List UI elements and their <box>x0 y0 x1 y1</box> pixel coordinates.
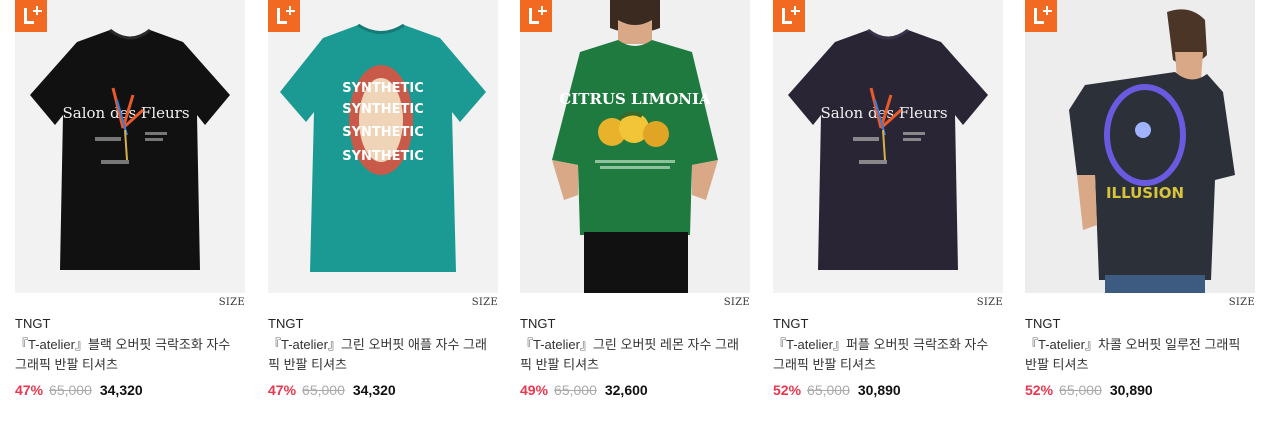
original-price: 65,000 <box>302 382 345 398</box>
svg-text:CITRUS LIMONIA: CITRUS LIMONIA <box>559 90 711 108</box>
svg-text:ILLUSION: ILLUSION <box>1106 184 1184 202</box>
product-image[interactable]: SYNTHETIC SYNTHETIC SYNTHETIC SYNTHETIC <box>268 0 498 293</box>
price-row: 49% 65,000 32,600 <box>520 382 648 398</box>
svg-text:SYNTHETIC: SYNTHETIC <box>342 81 424 96</box>
sale-price: 34,320 <box>99 382 143 398</box>
product-card[interactable]: Salon des Fleurs SIZE TNGT 『T-atelier』블랙… <box>15 0 245 431</box>
l-plus-badge-icon <box>520 0 552 32</box>
svg-text:SYNTHETIC: SYNTHETIC <box>342 102 424 117</box>
size-button[interactable]: SIZE <box>977 297 1003 308</box>
svg-text:SYNTHETIC: SYNTHETIC <box>342 125 424 140</box>
product-name[interactable]: 『T-atelier』그린 오버핏 애플 자수 그래픽 반팔 티셔츠 <box>268 335 498 375</box>
sale-price: 32,600 <box>604 382 648 398</box>
discount-rate: 52% <box>773 382 802 398</box>
product-image[interactable]: Salon des Fleurs <box>15 0 245 293</box>
product-name[interactable]: 『T-atelier』차콜 오버핏 일루전 그래픽 반팔 티셔츠 <box>1025 335 1255 375</box>
model-green-tshirt-image: CITRUS LIMONIA <box>520 0 750 293</box>
model-charcoal-tshirt-image: ILLUSION <box>1025 0 1255 293</box>
price-row: 47% 65,000 34,320 <box>268 382 396 398</box>
product-brand[interactable]: TNGT <box>268 316 303 331</box>
product-brand[interactable]: TNGT <box>15 316 50 331</box>
product-card[interactable]: ILLUSION SIZE TNGT 『T-atelier』차콜 오버핏 일루전… <box>1025 0 1255 431</box>
discount-rate: 52% <box>1025 382 1054 398</box>
size-button[interactable]: SIZE <box>472 297 498 308</box>
product-name[interactable]: 『T-atelier』퍼플 오버핏 극락조화 자수 그래픽 반팔 티셔츠 <box>773 335 1003 375</box>
product-name[interactable]: 『T-atelier』그린 오버핏 레몬 자수 그래픽 반팔 티셔츠 <box>520 335 750 375</box>
discount-rate: 49% <box>520 382 549 398</box>
product-brand[interactable]: TNGT <box>1025 316 1060 331</box>
product-card[interactable]: SYNTHETIC SYNTHETIC SYNTHETIC SYNTHETIC … <box>268 0 498 431</box>
l-plus-badge-icon <box>268 0 300 32</box>
original-price: 65,000 <box>1059 382 1102 398</box>
price-row: 52% 65,000 30,890 <box>773 382 901 398</box>
product-brand[interactable]: TNGT <box>773 316 808 331</box>
size-button[interactable]: SIZE <box>1229 297 1255 308</box>
price-row: 47% 65,000 34,320 <box>15 382 143 398</box>
product-grid: Salon des Fleurs SIZE TNGT 『T-atelier』블랙… <box>0 0 1262 431</box>
original-price: 65,000 <box>807 382 850 398</box>
product-image[interactable]: ILLUSION <box>1025 0 1255 293</box>
product-card[interactable]: CITRUS LIMONIA SIZE TNGT 『T-atelier』그린 오… <box>520 0 750 431</box>
sale-price: 30,890 <box>1109 382 1153 398</box>
size-button[interactable]: SIZE <box>724 297 750 308</box>
product-image[interactable]: Salon des Fleurs <box>773 0 1003 293</box>
purple-tshirt-image: Salon des Fleurs <box>788 28 988 270</box>
black-tshirt-image: Salon des Fleurs <box>30 28 230 270</box>
l-plus-badge-icon <box>15 0 47 32</box>
sale-price: 30,890 <box>857 382 901 398</box>
l-plus-badge-icon <box>773 0 805 32</box>
teal-tshirt-image: SYNTHETIC SYNTHETIC SYNTHETIC SYNTHETIC <box>280 23 486 272</box>
l-plus-badge-icon <box>1025 0 1057 32</box>
original-price: 65,000 <box>554 382 597 398</box>
product-image[interactable]: CITRUS LIMONIA <box>520 0 750 293</box>
svg-text:SYNTHETIC: SYNTHETIC <box>342 149 424 164</box>
price-row: 52% 65,000 30,890 <box>1025 382 1153 398</box>
original-price: 65,000 <box>49 382 92 398</box>
product-brand[interactable]: TNGT <box>520 316 555 331</box>
product-card[interactable]: Salon des Fleurs SIZE TNGT 『T-atelier』퍼플… <box>773 0 1003 431</box>
size-button[interactable]: SIZE <box>219 297 245 308</box>
sale-price: 34,320 <box>352 382 396 398</box>
discount-rate: 47% <box>15 382 44 398</box>
product-name[interactable]: 『T-atelier』블랙 오버핏 극락조화 자수 그래픽 반팔 티셔츠 <box>15 335 245 375</box>
discount-rate: 47% <box>268 382 297 398</box>
